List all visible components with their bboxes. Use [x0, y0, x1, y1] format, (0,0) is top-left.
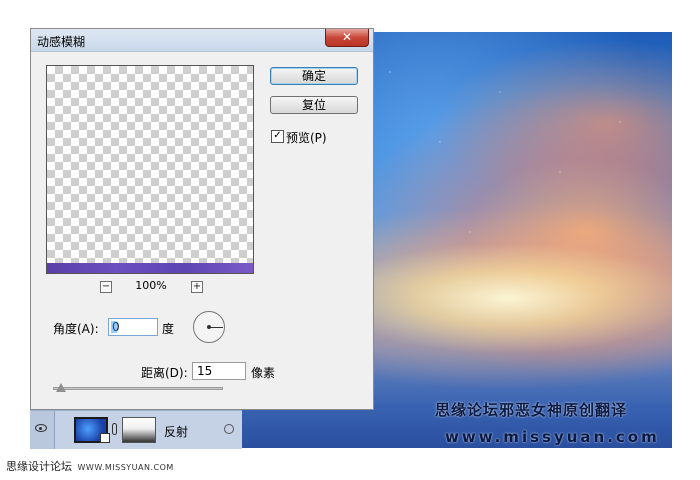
eye-icon [35, 424, 47, 432]
angle-input[interactable]: 0 [108, 318, 158, 336]
footer-caption: 思缘设计论坛 WWW.MISSYUAN.COM [6, 458, 174, 474]
zoom-out-button[interactable]: − [100, 281, 112, 293]
layer-row[interactable]: 反射 [30, 410, 242, 449]
preview-pane[interactable] [46, 65, 254, 274]
distance-slider-thumb[interactable] [56, 383, 67, 392]
ok-button[interactable]: 确定 [270, 67, 358, 85]
footer-url: WWW.MISSYUAN.COM [77, 463, 174, 472]
zoom-in-button[interactable]: + [191, 281, 203, 293]
preview-checkbox[interactable]: ✓ [271, 130, 284, 143]
angle-dial-center [207, 325, 211, 329]
distance-label: 距离(D): [141, 366, 188, 380]
preview-checkbox-label: 预览(P) [286, 131, 327, 145]
angle-dial[interactable] [193, 311, 225, 343]
close-icon: ✕ [341, 30, 353, 44]
eye-pupil [39, 426, 42, 430]
checkmark-icon: ✓ [273, 130, 282, 141]
motion-blur-dialog: 动感模糊 ✕ − 100% + 确定 复位 ✓ 预览(P) 角度(A): 0 度… [30, 28, 374, 410]
link-icon[interactable] [112, 423, 117, 435]
text-selection-highlight [111, 321, 117, 333]
layer-thumbnail[interactable] [74, 417, 110, 443]
reset-button[interactable]: 复位 [270, 96, 358, 114]
plus-icon: + [192, 281, 202, 292]
footer-site-name: 思缘设计论坛 [6, 460, 72, 473]
watermark-url: www.missyuan.com [445, 428, 660, 446]
angle-unit-label: 度 [162, 322, 175, 336]
distance-unit-label: 像素 [251, 366, 276, 380]
dialog-title: 动感模糊 [37, 35, 86, 49]
minus-icon: − [101, 281, 111, 292]
close-button[interactable]: ✕ [325, 29, 369, 47]
zoom-level: 100% [135, 279, 167, 292]
layer-mask-thumbnail[interactable] [122, 417, 156, 443]
distance-input[interactable]: 15 [192, 362, 246, 380]
layer-visibility-toggle[interactable] [30, 411, 55, 449]
layer-effects-icon[interactable] [224, 424, 234, 434]
angle-label: 角度(A): [53, 322, 99, 336]
layer-name[interactable]: 反射 [164, 423, 188, 440]
angle-dial-needle [209, 327, 223, 328]
smart-object-icon [100, 433, 110, 443]
distance-slider-track[interactable] [53, 387, 223, 390]
preview-image-strip [47, 263, 253, 273]
watermark-forum-title: 思缘论坛邪恶女神原创翻译 [435, 401, 628, 419]
dialog-titlebar[interactable]: 动感模糊 ✕ [31, 29, 373, 52]
